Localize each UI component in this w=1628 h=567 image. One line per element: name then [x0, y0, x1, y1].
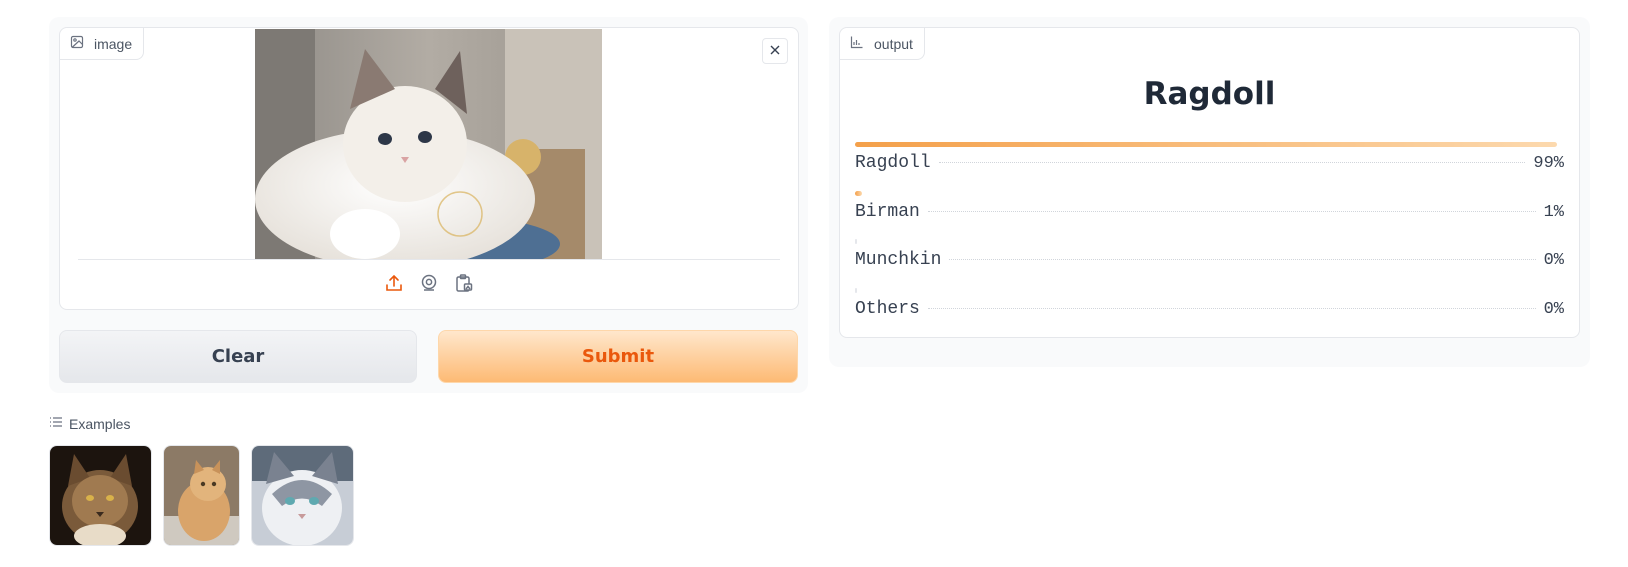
- upload-source-button[interactable]: [383, 274, 405, 296]
- confidence-value: 0%: [1543, 251, 1564, 270]
- example-maine-coon[interactable]: [49, 445, 152, 546]
- confidence-value: 0%: [1543, 299, 1564, 319]
- example-persian[interactable]: [163, 445, 240, 546]
- uploaded-cat-image: [255, 29, 602, 259]
- image-input[interactable]: image: [59, 27, 799, 310]
- confidence-item[interactable]: Munchkin 0%: [855, 239, 1564, 286]
- output-label: output: [874, 35, 913, 52]
- image-input-tag: image: [60, 28, 145, 60]
- chart-icon: [850, 35, 864, 52]
- confidence-label: Ragdoll: [855, 153, 931, 173]
- example-ragdoll[interactable]: [251, 445, 354, 546]
- confidence-label: Munchkin: [855, 250, 942, 270]
- output-panel: output Ragdoll Ragdoll 99% Birman 1% Mun…: [829, 17, 1590, 367]
- input-panel: image Clear Submit: [49, 17, 808, 393]
- clear-image-button[interactable]: [762, 38, 788, 64]
- confidence-label: Birman: [855, 201, 920, 222]
- close-icon: [770, 42, 780, 60]
- confidence-item[interactable]: Ragdoll 99%: [855, 142, 1564, 189]
- confidence-item[interactable]: Birman 1%: [855, 190, 1564, 238]
- confidence-value: 1%: [1543, 202, 1564, 222]
- confidence-bar: [855, 142, 1557, 147]
- leader-dots: [927, 307, 1536, 309]
- image-input-label: image: [94, 35, 133, 52]
- examples-label: Examples: [69, 415, 131, 432]
- confidence-item[interactable]: Others 0%: [855, 287, 1564, 335]
- output-tag: output: [840, 28, 925, 60]
- examples-gallery: [49, 445, 354, 546]
- confidence-bar: [855, 190, 863, 196]
- clear-button[interactable]: Clear: [59, 330, 417, 383]
- confidence-bar: [855, 239, 858, 244]
- leader-dots: [927, 210, 1536, 212]
- confidence-bar: [855, 287, 858, 293]
- confidence-label: Others: [855, 298, 920, 319]
- submit-button[interactable]: Submit: [438, 330, 798, 383]
- upload-icon: [384, 273, 404, 298]
- webcam-source-button[interactable]: [418, 274, 440, 296]
- image-input-divider: [78, 259, 780, 260]
- webcam-icon: [419, 273, 439, 298]
- image-source-selector: [60, 273, 798, 298]
- confidence-list: Ragdoll 99% Birman 1% Munchkin 0% Others…: [855, 140, 1564, 334]
- leader-dots: [938, 162, 1526, 163]
- clipboard-icon: [454, 273, 474, 298]
- list-icon: [49, 415, 63, 432]
- confidence-value: 99%: [1533, 154, 1564, 173]
- examples-header: Examples: [49, 415, 130, 432]
- leader-dots: [949, 259, 1536, 260]
- predicted-label: Ragdoll: [1143, 76, 1276, 112]
- label-output: output Ragdoll Ragdoll 99% Birman 1% Mun…: [839, 27, 1580, 338]
- image-icon: [70, 35, 84, 52]
- clipboard-source-button[interactable]: [453, 273, 475, 298]
